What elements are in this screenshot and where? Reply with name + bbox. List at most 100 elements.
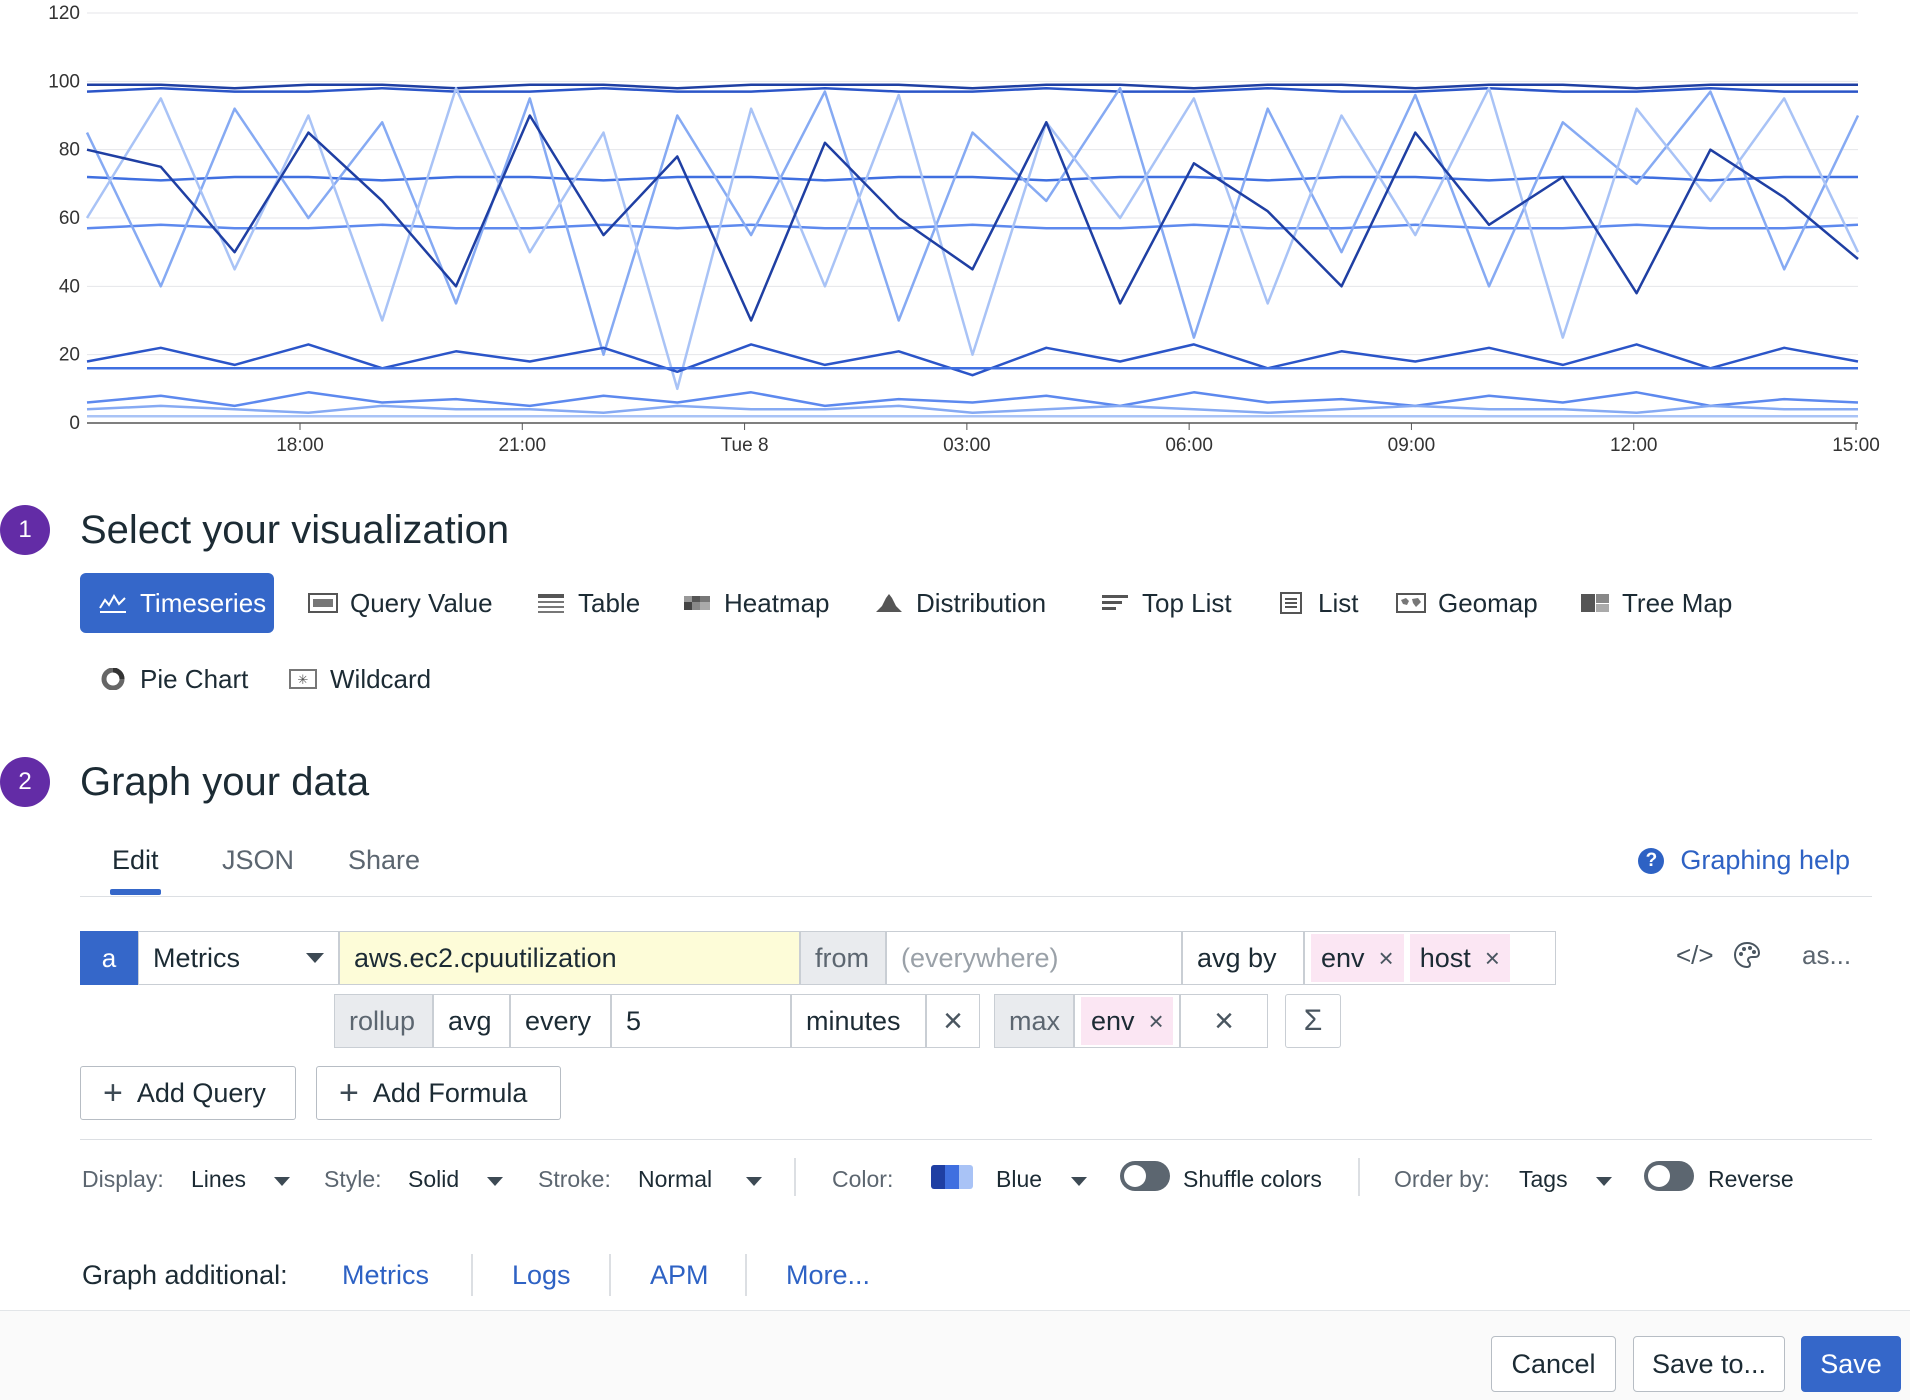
viz-distribution[interactable]: Distribution <box>856 573 1064 633</box>
x-tick-label: Tue 8 <box>721 435 769 456</box>
from-scope-input[interactable]: (everywhere) <box>886 931 1182 985</box>
function-tag-env[interactable]: env × <box>1081 997 1173 1045</box>
chart-grid <box>87 12 1858 424</box>
viz-label: Heatmap <box>724 587 830 618</box>
reverse-toggle[interactable] <box>1644 1161 1694 1191</box>
cancel-button[interactable]: Cancel <box>1491 1336 1616 1392</box>
metric-input[interactable]: aws.ec2.cpuutilization <box>339 931 800 985</box>
alias-input[interactable]: as... <box>1802 940 1851 971</box>
add-logs-link[interactable]: Logs <box>512 1260 571 1291</box>
function-tag-field[interactable]: env × <box>1074 994 1180 1048</box>
chart-axes: 0 20 40 60 80 100 120 18:00 21:00 Tue 8 03:00 06:00… <box>48 3 1879 456</box>
tab-edit[interactable]: Edit <box>112 845 159 876</box>
svg-text:✳: ✳ <box>298 673 309 688</box>
x-tick-label: 03:00 <box>943 435 991 456</box>
save-button[interactable]: Save <box>1801 1336 1901 1392</box>
tabs-divider <box>80 896 1872 897</box>
y-tick-label: 120 <box>48 3 80 24</box>
display-label: Display: <box>82 1166 164 1192</box>
viz-label: Wildcard <box>330 663 432 694</box>
series-line <box>86 391 1859 408</box>
separator <box>471 1254 473 1296</box>
add-function-button[interactable]: Σ <box>1285 994 1341 1048</box>
shuffle-colors-toggle[interactable] <box>1120 1161 1170 1191</box>
viz-table[interactable]: Table <box>518 573 658 633</box>
viz-label: Pie Chart <box>140 663 249 694</box>
more-link[interactable]: More... <box>786 1260 870 1291</box>
data-source-value: Metrics <box>153 942 240 973</box>
viz-query-value[interactable]: Query Value <box>290 573 511 633</box>
display-select[interactable]: Lines <box>191 1166 246 1193</box>
color-swatch[interactable] <box>959 1165 973 1189</box>
remove-rollup-button[interactable]: × <box>926 994 980 1048</box>
viz-wildcard[interactable]: ✳ Wildcard <box>270 649 449 709</box>
chevron-down-icon[interactable] <box>1596 1177 1612 1186</box>
rollup-function[interactable]: avg <box>433 994 510 1048</box>
x-tick-label: 12:00 <box>1610 435 1658 456</box>
code-icon[interactable]: </> <box>1676 940 1714 971</box>
viz-label: Query Value <box>350 587 493 618</box>
add-metrics-link[interactable]: Metrics <box>342 1260 429 1291</box>
dialog-footer <box>0 1310 1910 1400</box>
close-icon: × <box>1214 1001 1234 1040</box>
chevron-down-icon[interactable] <box>746 1177 762 1186</box>
chevron-down-icon[interactable] <box>274 1177 290 1186</box>
viz-list[interactable]: List <box>1258 573 1376 633</box>
viz-label: Table <box>578 587 641 618</box>
group-by-tags[interactable]: env × host × <box>1304 931 1556 985</box>
plus-icon: + <box>339 1074 359 1112</box>
query-letter-badge[interactable]: a <box>80 931 138 985</box>
data-source-select[interactable]: Metrics <box>138 931 339 985</box>
tag-label: host <box>1419 942 1471 973</box>
group-tag-host[interactable]: host × <box>1409 934 1510 982</box>
help-icon: ? <box>1638 847 1665 874</box>
graphing-help-link[interactable]: ? Graphing help <box>1638 845 1850 876</box>
step-1-badge: 1 <box>0 505 50 555</box>
y-tick-label: 100 <box>48 71 80 92</box>
add-apm-link[interactable]: APM <box>650 1260 709 1291</box>
chart-series-group <box>85 83 1860 418</box>
chevron-down-icon[interactable] <box>1071 1177 1087 1186</box>
rollup-interval-input[interactable]: 5 <box>611 994 791 1048</box>
graph-your-data-heading: Graph your data <box>80 760 370 804</box>
tab-share[interactable]: Share <box>348 845 420 876</box>
save-to-button[interactable]: Save to... <box>1633 1336 1785 1392</box>
viz-heatmap[interactable]: Heatmap <box>664 573 848 633</box>
viz-label: Geomap <box>1438 587 1538 618</box>
order-by-select[interactable]: Tags <box>1519 1166 1568 1193</box>
color-select[interactable]: Blue <box>996 1166 1042 1193</box>
stroke-select[interactable]: Normal <box>638 1166 712 1193</box>
viz-pie-chart[interactable]: Pie Chart <box>80 649 266 709</box>
viz-timeseries[interactable]: Timeseries <box>80 573 274 633</box>
palette-icon[interactable] <box>1732 940 1762 977</box>
add-formula-button[interactable]: + Add Formula <box>316 1066 561 1120</box>
viz-top-list[interactable]: Top List <box>1082 573 1250 633</box>
close-icon[interactable]: × <box>1149 1006 1164 1037</box>
timeseries-chart[interactable]: 0 20 40 60 80 100 120 18:00 21:00 Tue 8 03:00 06:00… <box>0 0 1910 460</box>
stroke-label: Stroke: <box>538 1166 611 1192</box>
heatmap-icon <box>684 596 710 610</box>
list-icon <box>1280 592 1302 614</box>
close-icon[interactable]: × <box>1379 943 1394 974</box>
order-by-label: Order by: <box>1394 1166 1490 1192</box>
close-icon[interactable]: × <box>1485 943 1500 974</box>
aggregation-select[interactable]: avg by <box>1182 931 1304 985</box>
chevron-down-icon[interactable] <box>487 1177 503 1186</box>
viz-geomap[interactable]: Geomap <box>1378 573 1556 633</box>
add-query-button[interactable]: + Add Query <box>80 1066 296 1120</box>
remove-function-button[interactable]: × <box>1180 994 1268 1048</box>
chevron-down-icon <box>306 953 324 963</box>
rollup-unit-select[interactable]: minutes <box>791 994 926 1048</box>
color-swatch[interactable] <box>931 1165 945 1189</box>
tab-json[interactable]: JSON <box>222 845 294 876</box>
style-label: Style: <box>324 1166 382 1192</box>
x-tick-label: 18:00 <box>276 435 324 456</box>
group-tag-env[interactable]: env × <box>1311 934 1404 982</box>
series-line <box>87 83 1858 90</box>
color-swatch[interactable] <box>945 1165 959 1189</box>
style-select[interactable]: Solid <box>408 1166 459 1193</box>
geomap-icon <box>1396 593 1426 613</box>
separator <box>745 1254 747 1296</box>
x-tick-label: 06:00 <box>1165 435 1213 456</box>
viz-tree-map[interactable]: Tree Map <box>1562 573 1750 633</box>
